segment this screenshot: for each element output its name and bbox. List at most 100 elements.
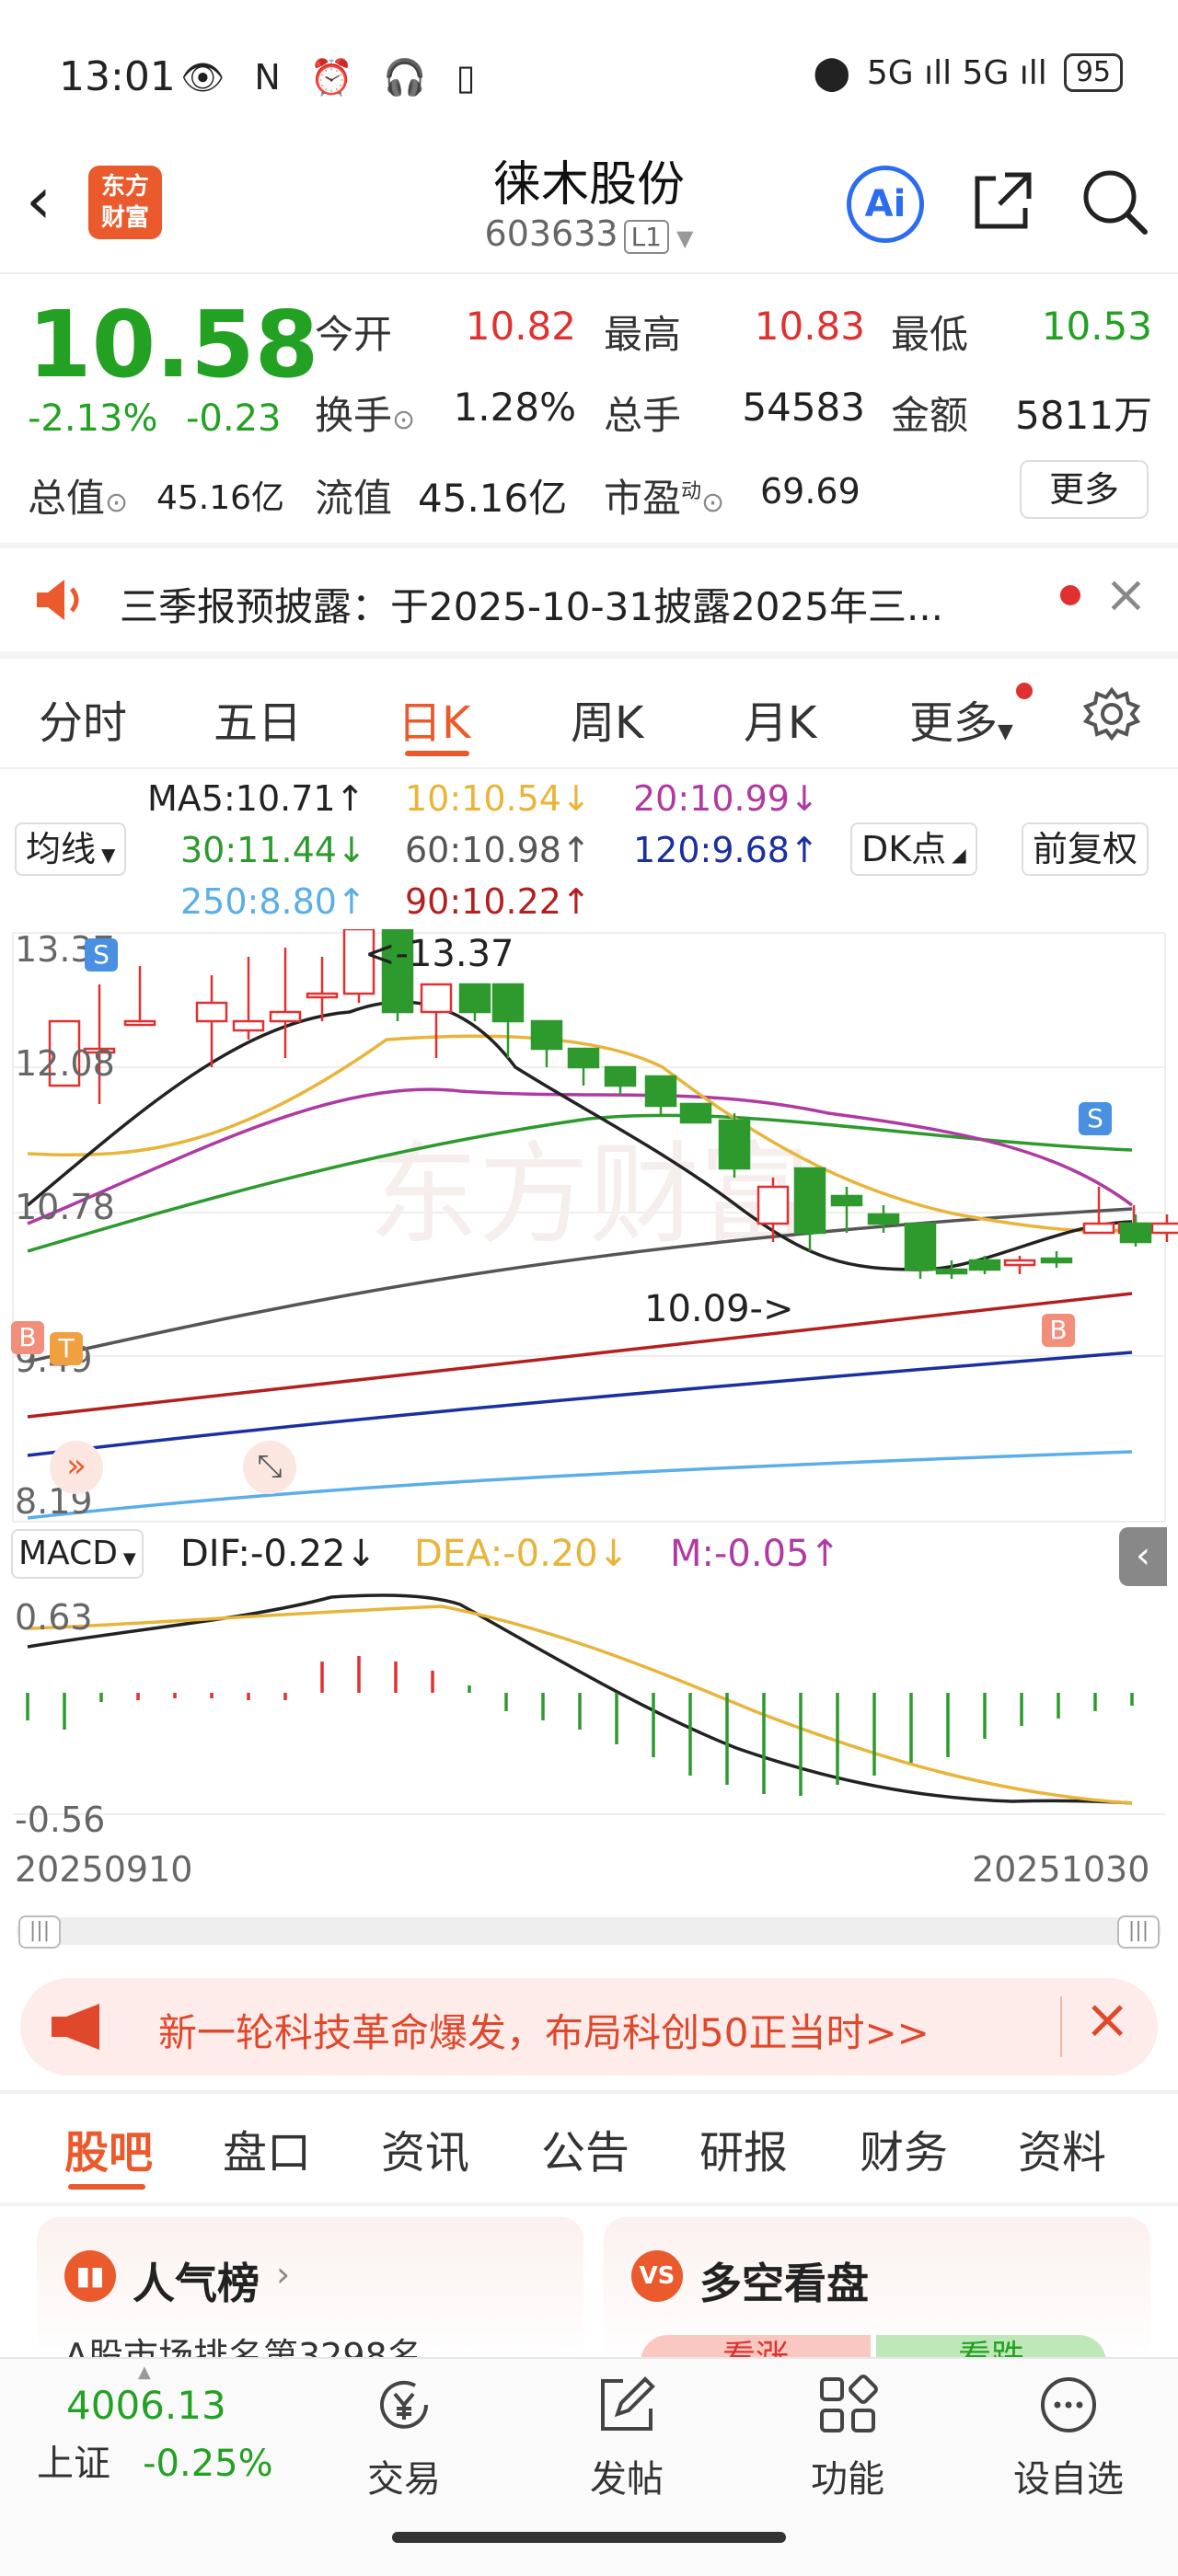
dk-point-button[interactable]: DK点 ◢ [850,822,977,876]
ma60-value: 60:10.98↑ [405,830,591,870]
sell-signal-badge[interactable]: S [1079,1102,1112,1135]
tab-forum[interactable]: 股吧 [64,2116,153,2180]
tab-announcements[interactable]: 公告 [541,2116,629,2180]
fullscreen-icon[interactable]: ⤡ [243,1441,296,1494]
share-icon[interactable] [968,167,1036,236]
collapse-panel-icon[interactable]: ‹ [1119,1527,1167,1586]
ai-assistant-button[interactable]: Ai [847,166,924,243]
divider [1060,1996,1062,2057]
popularity-card[interactable]: ▮▮ 人气榜 › A股市场排名第3298名 [37,2217,583,2364]
amount-label: 金额 [891,393,969,438]
volume-label: 总手 [604,393,682,438]
macd-top-label: 0.63 [15,1597,93,1638]
t-signal-badge[interactable]: T [50,1332,83,1365]
tab-profile[interactable]: 资料 [1018,2116,1106,2180]
promo-text: 新一轮科技革命爆发，布局科创50正当时>> [158,2010,930,2055]
promo-banner[interactable]: 新一轮科技革命爆发，布局科创50正当时>> × [20,1978,1158,2076]
nav-trade[interactable]: 交易 [335,2372,473,2502]
volume-value: 54583 [742,385,865,430]
tab-daily-k[interactable]: 日K [398,686,470,751]
home-indicator [392,2532,786,2543]
price-adjust-button[interactable]: 前复权 [1022,822,1149,876]
ma-selector[interactable]: 均线 ▼ [15,822,127,876]
chevron-down-icon: ▼ [101,844,116,866]
status-right-icons: ⬤ 5G ıll 5G ıll 95 [814,53,1123,92]
info-icon[interactable]: ⊙ [701,487,724,519]
yen-circle-icon [380,2380,428,2429]
tab-financials[interactable]: 财务 [860,2116,948,2180]
high-value: 10.83 [754,304,865,349]
chart-scrollbar[interactable] [17,1917,1161,1945]
buy-signal-badge[interactable]: B [1042,1314,1075,1347]
long-short-card[interactable]: VS 多空看盘 看涨 看跌 [604,2217,1150,2364]
nav-functions-label: 功能 [811,2458,884,2501]
tab-more[interactable]: 更多▼ [909,686,1013,751]
expand-left-icon[interactable]: » [50,1441,103,1494]
nav-add-watchlist[interactable]: 设自选 [999,2372,1138,2502]
turnover-label: 换手⊙ [315,393,416,438]
location-icon: ⬤ [813,53,850,92]
candle-body [1119,1222,1152,1244]
stock-code: 603633 [484,213,618,254]
nav-add-watchlist-label: 设自选 [1013,2458,1124,2501]
tab-research[interactable]: 研报 [699,2116,788,2180]
divider [0,2090,1178,2094]
mktcap-value: 45.16亿 [156,479,285,517]
candle-body [679,1102,712,1124]
pe-label: 市盈动⊙ [604,476,725,521]
y-tick-label: 12.08 [15,1043,115,1084]
chevron-down-icon: ▼ [122,1549,136,1569]
tab-weekly-k[interactable]: 周K [571,686,643,751]
candle-body [830,1194,863,1207]
announcement-bar[interactable]: 三季报预披露：于2025-10-31披露2025年三... × [0,548,1178,651]
candle-body [904,1222,937,1271]
more-quote-button[interactable]: 更多 [1020,460,1149,519]
status-left-icons: 👁 N ⏰ 🎧 ▯ [180,57,485,98]
search-icon[interactable] [1079,166,1150,237]
ma120-value: 120:9.68↑ [633,830,819,870]
sell-signal-badge[interactable]: S [85,938,118,972]
candle-body [718,1119,751,1170]
nav-post[interactable]: 发帖 [558,2372,696,2502]
scroll-handle-right[interactable]: ||| [1117,1915,1160,1949]
close-icon[interactable]: × [1084,1987,1130,2052]
dif-value: DIF:-0.22↓ [180,1533,376,1575]
indicator-selector[interactable]: MACD ▼ [11,1529,144,1579]
close-icon[interactable]: × [1104,565,1148,625]
date-end-label: 20251030 [972,1849,1150,1890]
candle-body [793,1167,826,1235]
tab-five-day[interactable]: 五日 [214,686,302,751]
index-ticker[interactable]: ▲ 4006.13 上证 -0.25% [37,2363,273,2487]
gear-icon[interactable] [1082,684,1141,743]
date-start-label: 20250910 [15,1849,193,1890]
info-icon[interactable]: ⊙ [105,487,128,519]
vs-icon: VS [631,2250,683,2302]
stock-code-selector[interactable]: 603633 L1 ▼ [387,213,791,254]
period-high-marker: <-13.37 [364,933,514,975]
open-value: 10.82 [465,304,576,349]
tab-intraday[interactable]: 分时 [39,686,127,751]
back-icon[interactable]: ‹ [26,164,81,237]
ma120-line [27,1351,1133,1457]
kline-chart[interactable]: 东方财富 [0,929,1178,1849]
ma10-value: 10:10.54↓ [405,778,591,819]
candle-body [1003,1259,1036,1267]
tab-news[interactable]: 资讯 [381,2116,469,2180]
nav-post-label: 发帖 [590,2458,664,2501]
megaphone-icon [52,2004,99,2050]
status-time: 13:01 [59,53,176,100]
open-label: 今开 [315,312,393,357]
candle-body [567,1047,600,1069]
buy-signal-badge[interactable]: B [11,1321,44,1354]
edit-icon [601,2376,655,2431]
float-label: 流值 [315,476,393,521]
nav-functions[interactable]: 功能 [779,2372,917,2502]
candle-body [756,1185,790,1225]
tab-orderbook[interactable]: 盘口 [223,2116,311,2180]
app-logo: 东方 财富 [88,166,162,239]
tab-monthly-k[interactable]: 月K [744,686,816,751]
scroll-handle-left[interactable]: ||| [18,1915,61,1949]
info-icon[interactable]: ⊙ [392,404,415,436]
float-value: 45.16亿 [418,476,568,521]
candle-body [1040,1257,1073,1264]
